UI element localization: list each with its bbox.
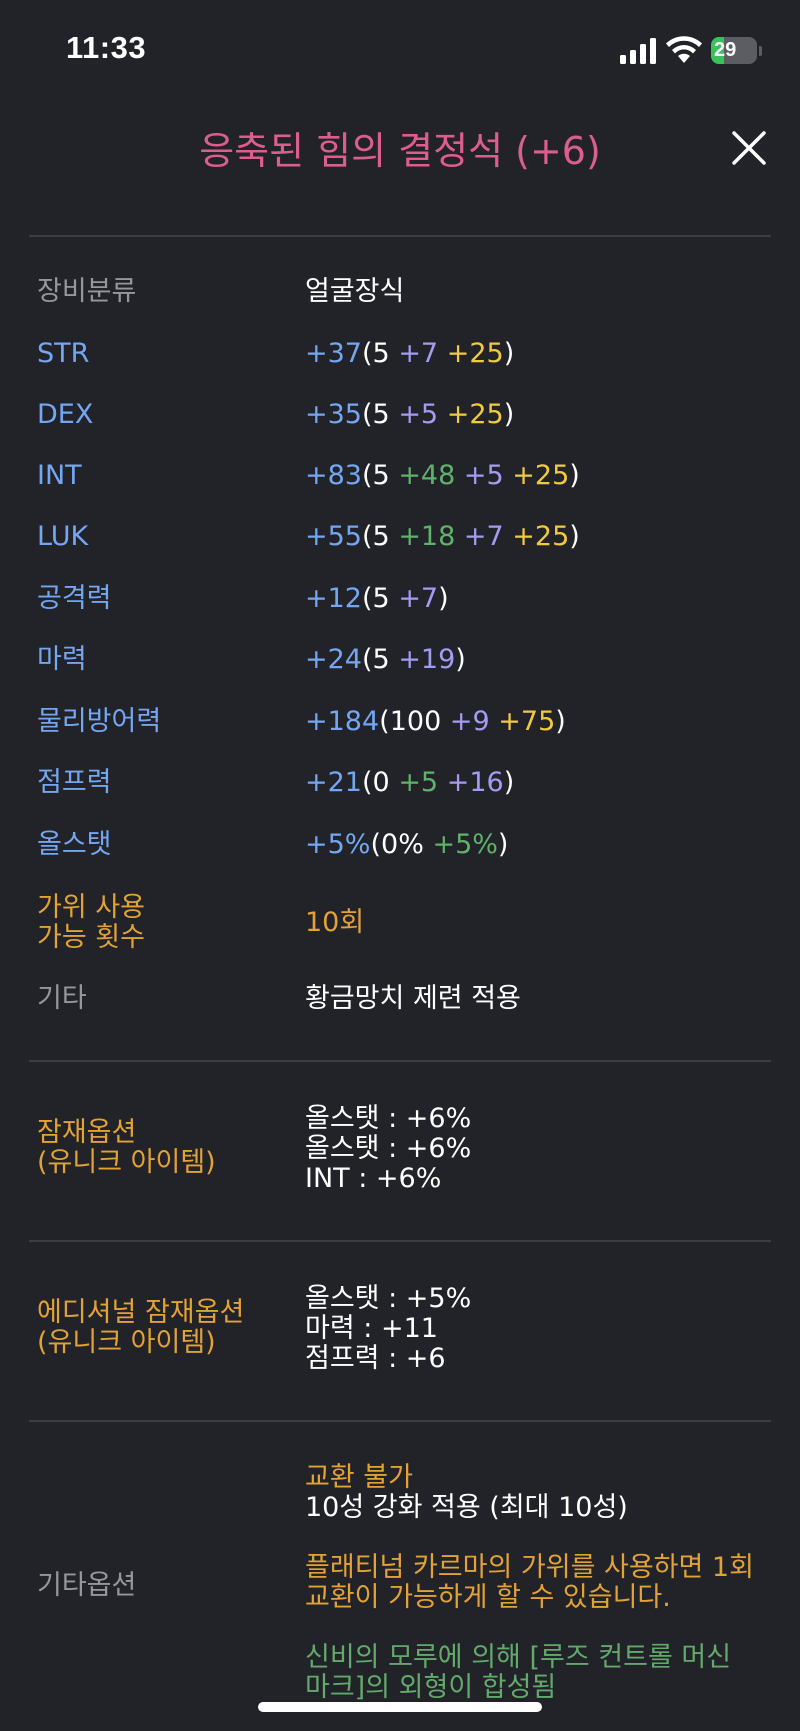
etc-label: 기타: [37, 983, 87, 1014]
int-total: +83: [305, 460, 362, 491]
divider: [29, 1240, 771, 1242]
int-starforce-bonus: +25: [512, 460, 570, 491]
dex-base: 5: [372, 399, 390, 430]
magic-label: 마력: [37, 644, 87, 675]
allstat-label: 올스탯: [37, 829, 112, 860]
divider: [29, 235, 771, 237]
dex-label: DEX: [37, 399, 94, 430]
magic-total: +24: [305, 644, 362, 675]
category-label: 장비분류: [37, 276, 137, 307]
jump-total: +21: [305, 767, 362, 798]
attack-label: 공격력: [37, 583, 112, 614]
potential-label-line-1: 잠재옵션: [37, 1117, 137, 1148]
str-base: 5: [372, 338, 390, 369]
fusion-info-line-1: 신비의 모루에 의해 [루즈 컨트롤 머신: [305, 1642, 732, 1673]
battery-percent: 29: [714, 39, 737, 61]
magic-base: 5: [372, 644, 390, 675]
karma-info-line-2: 교환이 가능하게 할 수 있습니다.: [305, 1582, 671, 1613]
allstat-value: +5%(0% +5%): [305, 829, 509, 860]
luk-base: 5: [372, 521, 390, 552]
jump-base: 0: [372, 767, 390, 798]
dex-value: +35(5 +5 +25): [305, 399, 515, 430]
luk-total: +55: [305, 521, 362, 552]
int-flame-bonus: +48: [398, 460, 456, 491]
divider: [29, 1420, 771, 1422]
additional-potential-label-line-1: 에디셔널 잠재옵션: [37, 1297, 245, 1328]
other-options-label: 기타옵션: [37, 1570, 137, 1601]
magic-value: +24(5 +19): [305, 644, 466, 675]
attack-scroll-bonus: +7: [398, 583, 439, 614]
scissors-label: 가위 사용 가능 횟수: [37, 893, 145, 953]
karma-info-line-1: 플래티넘 카르마의 가위를 사용하면 1회: [305, 1552, 754, 1583]
attack-base: 5: [372, 583, 390, 614]
divider: [29, 1060, 771, 1062]
additional-potential-label: 에디셔널 잠재옵션 (유니크 아이템): [37, 1298, 244, 1358]
luk-scroll-bonus: +7: [463, 521, 504, 552]
allstat-flame-bonus: +5%: [432, 829, 498, 860]
additional-potential-label-line-2: (유니크 아이템): [37, 1327, 216, 1358]
dex-scroll-bonus: +5: [398, 399, 439, 430]
trade-restriction: 교환 불가: [305, 1462, 413, 1493]
category-value: 얼굴장식: [305, 276, 405, 307]
jump-label: 점프력: [37, 767, 112, 798]
magic-scroll-bonus: +19: [398, 644, 456, 675]
int-scroll-bonus: +5: [463, 460, 504, 491]
defense-scroll-bonus: +9: [449, 706, 490, 737]
str-value: +37(5 +7 +25): [305, 338, 515, 369]
attack-total: +12: [305, 583, 362, 614]
luk-starforce-bonus: +25: [512, 521, 570, 552]
dex-starforce-bonus: +25: [446, 399, 504, 430]
starforce-info: 10성 강화 적용 (최대 10성): [305, 1492, 628, 1523]
etc-value: 황금망치 제련 적용: [305, 983, 521, 1014]
str-scroll-bonus: +7: [398, 338, 439, 369]
additional-potential-line: 점프력 : +6: [305, 1343, 446, 1374]
additional-potential-line: 마력 : +11: [305, 1313, 438, 1344]
home-indicator[interactable]: [258, 1702, 542, 1712]
luk-flame-bonus: +18: [398, 521, 456, 552]
battery-icon: 29: [711, 37, 757, 64]
attack-value: +12(5 +7): [305, 583, 449, 614]
potential-label: 잠재옵션 (유니크 아이템): [37, 1118, 216, 1178]
item-title: 응축된 힘의 결정석 (+6): [199, 129, 601, 173]
defense-total: +184: [305, 706, 380, 737]
int-value: +83(5 +48 +5 +25): [305, 460, 580, 491]
scissors-value: 10회: [305, 907, 365, 938]
fusion-info-line-2: 마크]의 외형이 합성됨: [305, 1672, 557, 1703]
defense-value: +184(100 +9 +75): [305, 706, 566, 737]
dex-total: +35: [305, 399, 362, 430]
additional-potential-line: 올스탯 : +5%: [305, 1283, 472, 1314]
defense-label: 물리방어력: [37, 706, 162, 737]
additional-potential-lines: 올스탯 : +5% 마력 : +11 점프력 : +6: [305, 1284, 471, 1374]
allstat-total: +5%: [305, 829, 371, 860]
jump-flame-bonus: +5: [398, 767, 439, 798]
scissors-label-line-1: 가위 사용: [37, 892, 145, 923]
scissors-label-line-2: 가능 횟수: [37, 922, 145, 953]
int-base: 5: [372, 460, 390, 491]
status-bar: 11:33 29: [0, 0, 800, 100]
str-total: +37: [305, 338, 362, 369]
close-icon[interactable]: [726, 125, 772, 171]
battery-tip: [759, 46, 762, 56]
other-options-lines: 교환 불가 10성 강화 적용 (최대 10성) 플래티넘 카르마의 가위를 사…: [305, 1463, 754, 1703]
wifi-icon: [666, 36, 702, 63]
defense-starforce-bonus: +75: [498, 706, 556, 737]
allstat-base: 0%: [381, 829, 424, 860]
potential-line: 올스탯 : +6%: [305, 1103, 472, 1134]
str-starforce-bonus: +25: [446, 338, 504, 369]
cellular-signal-icon: [620, 38, 656, 64]
luk-label: LUK: [37, 521, 89, 552]
potential-label-line-2: (유니크 아이템): [37, 1147, 216, 1178]
defense-base: 100: [389, 706, 442, 737]
potential-lines: 올스탯 : +6% 올스탯 : +6% INT : +6%: [305, 1104, 471, 1194]
potential-line: 올스탯 : +6%: [305, 1133, 472, 1164]
status-time: 11:33: [66, 30, 147, 65]
jump-scroll-bonus: +16: [446, 767, 504, 798]
int-label: INT: [37, 460, 82, 491]
str-label: STR: [37, 338, 90, 369]
jump-value: +21(0 +5 +16): [305, 767, 515, 798]
potential-line: INT : +6%: [305, 1163, 442, 1194]
luk-value: +55(5 +18 +7 +25): [305, 521, 580, 552]
